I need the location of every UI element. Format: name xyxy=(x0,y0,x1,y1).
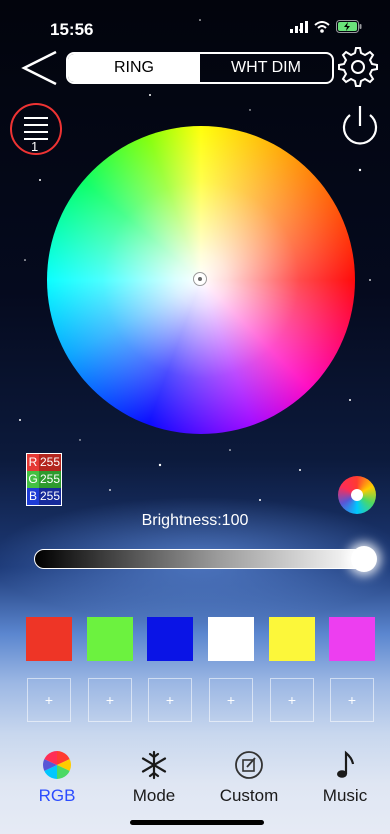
signal-icon xyxy=(290,20,308,33)
green-label: G xyxy=(27,471,39,488)
add-custom-color-button[interactable]: + xyxy=(330,678,374,722)
edit-icon xyxy=(235,751,263,779)
tab-music-label: Music xyxy=(322,786,368,805)
status-time: 15:56 xyxy=(50,20,94,39)
brightness-slider[interactable] xyxy=(34,549,366,569)
color-swatch[interactable] xyxy=(269,617,315,661)
blue-value-row: B 255 xyxy=(27,488,61,505)
red-value-row: R 255 xyxy=(27,454,61,471)
back-icon[interactable] xyxy=(20,48,60,88)
mode-segmented-control: RING WHT DIM xyxy=(66,52,334,84)
home-indicator xyxy=(130,820,264,825)
color-wheel-handle[interactable] xyxy=(193,272,207,286)
tab-mode[interactable]: Mode xyxy=(114,750,194,806)
color-swatch[interactable] xyxy=(87,617,133,661)
add-custom-color-button[interactable]: + xyxy=(88,678,132,722)
blue-label: B xyxy=(27,488,39,505)
battery-charging-icon xyxy=(336,20,362,33)
add-custom-color-button[interactable]: + xyxy=(27,678,71,722)
tab-music[interactable]: Music xyxy=(305,750,385,806)
snowflake-icon xyxy=(141,750,167,780)
tab-rgb[interactable]: RGB xyxy=(17,750,97,806)
add-custom-color-button[interactable]: + xyxy=(270,678,314,722)
brightness-slider-knob[interactable] xyxy=(351,546,377,572)
color-swatch[interactable] xyxy=(26,617,72,661)
color-swatch[interactable] xyxy=(208,617,254,661)
system-icons xyxy=(290,20,362,33)
green-value: 255 xyxy=(39,471,61,488)
add-custom-color-button[interactable]: + xyxy=(148,678,192,722)
add-custom-color-button[interactable]: + xyxy=(209,678,253,722)
color-swatch[interactable] xyxy=(147,617,193,661)
brightness-label: Brightness:100 xyxy=(141,512,249,529)
tab-ring[interactable]: RING xyxy=(68,54,200,82)
color-wheel-icon xyxy=(43,751,71,779)
tab-mode-label: Mode xyxy=(132,786,176,805)
tab-custom[interactable]: Custom xyxy=(209,750,289,806)
tab-rgb-label: RGB xyxy=(38,786,76,805)
blue-value: 255 xyxy=(39,488,61,505)
rgb-values: R 255 G 255 B 255 xyxy=(26,453,62,506)
color-swatch[interactable] xyxy=(329,617,375,661)
status-bar: 15:56 xyxy=(0,0,390,50)
tab-custom-label: Custom xyxy=(219,786,279,805)
wifi-icon xyxy=(314,20,330,33)
device-count: 1 xyxy=(31,139,39,154)
color-picker-icon[interactable] xyxy=(338,476,376,514)
gear-icon[interactable] xyxy=(337,46,379,88)
red-value: 255 xyxy=(39,454,61,471)
music-note-icon xyxy=(337,750,355,778)
red-label: R xyxy=(27,454,39,471)
tab-wht-dim[interactable]: WHT DIM xyxy=(200,54,332,82)
power-icon[interactable] xyxy=(337,103,383,149)
green-value-row: G 255 xyxy=(27,471,61,488)
